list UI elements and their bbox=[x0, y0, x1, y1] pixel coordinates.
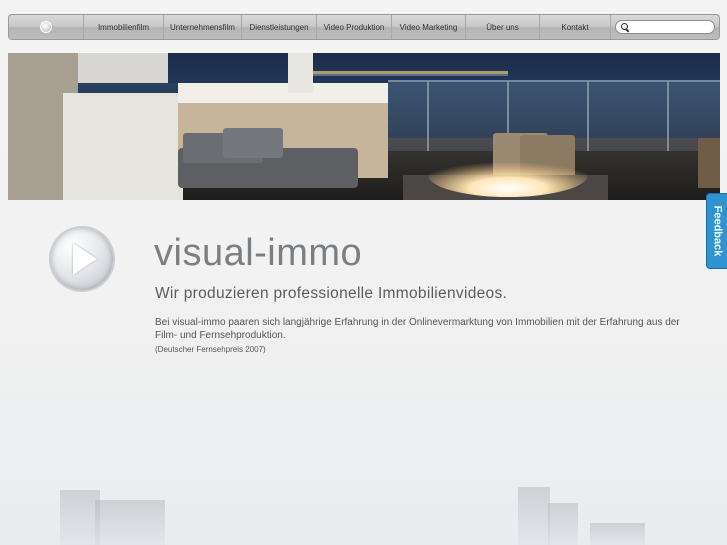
nav-item-immobilienfilm[interactable]: Immobilienfilm bbox=[84, 15, 164, 39]
nav-home-logo[interactable] bbox=[9, 15, 84, 39]
nav-item-ueber-uns[interactable]: Über uns bbox=[466, 15, 540, 39]
description-text: Bei visual-immo paaren sich langjährige … bbox=[155, 317, 680, 341]
brand-heading: visual-immo bbox=[154, 232, 363, 274]
feedback-tab[interactable]: Feedback bbox=[706, 193, 727, 269]
main-navigation: Immobilienfilm Unternehmensfilm Dienstle… bbox=[8, 14, 720, 40]
search-input[interactable] bbox=[629, 22, 712, 32]
nav-search-area bbox=[611, 20, 719, 34]
nav-item-unternehmensfilm[interactable]: Unternehmensfilm bbox=[164, 15, 242, 39]
feedback-label: Feedback bbox=[711, 205, 723, 257]
play-disc-icon bbox=[40, 21, 52, 33]
hero-image bbox=[8, 53, 720, 200]
award-note: (Deutscher Fernsehpreis 2007) bbox=[155, 345, 266, 354]
nav-item-video-produktion[interactable]: Video Produktion bbox=[317, 15, 392, 39]
nav-item-video-marketing[interactable]: Video Marketing bbox=[392, 15, 466, 39]
nav-item-kontakt[interactable]: Kontakt bbox=[540, 15, 611, 39]
play-button[interactable] bbox=[51, 228, 113, 290]
skyline-fog-decoration bbox=[0, 455, 727, 545]
play-icon bbox=[73, 243, 97, 275]
tagline: Wir produzieren professionelle Immobilie… bbox=[155, 285, 508, 302]
search-box[interactable] bbox=[615, 20, 715, 34]
search-icon bbox=[621, 23, 629, 31]
nav-item-dienstleistungen[interactable]: Dienstleistungen bbox=[242, 15, 317, 39]
